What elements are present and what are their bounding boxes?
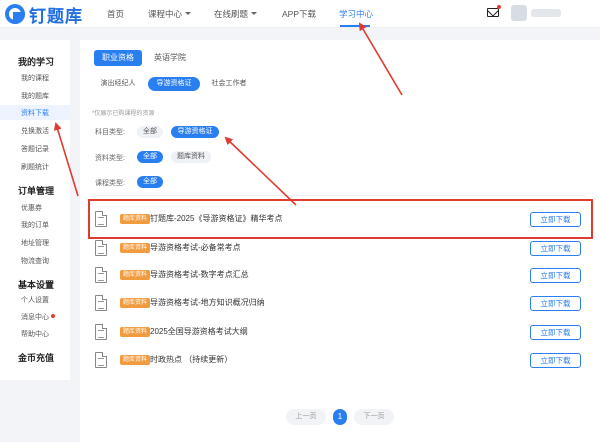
username-blurred: [531, 9, 561, 17]
sidebar-section-orders: 订单管理: [18, 186, 55, 196]
download-button[interactable]: 立即下载: [530, 353, 581, 368]
purchased-only-hint: *仅展示已购课程的资源: [92, 111, 155, 117]
nav-practice[interactable]: 在线刷题: [214, 8, 258, 20]
list-item: 题库资料 导游资格考试-地方知识概况归纳 立即下载: [92, 294, 586, 314]
document-icon: [95, 295, 107, 311]
sidebar-section-learning: 我的学习: [18, 57, 55, 67]
subject-filter-tour-guide[interactable]: 导游资格证: [171, 126, 219, 138]
sidebar-item-logistics[interactable]: 物流查询: [21, 256, 49, 266]
resource-title[interactable]: 2025全国导游资格考试大纲: [150, 326, 248, 337]
sidebar-item-my-banks[interactable]: 我的题库: [21, 91, 49, 101]
sidebar-item-my-courses[interactable]: 我的课程: [21, 73, 49, 83]
sidebar-item-redeem[interactable]: 兑换激活: [21, 126, 49, 136]
sidebar-item-answer-records[interactable]: 答题记录: [21, 144, 49, 154]
chevron-down-icon: [251, 12, 258, 15]
download-button[interactable]: 立即下载: [530, 296, 581, 311]
resource-badge: 题库资料: [120, 243, 151, 253]
sidebar-item-profile[interactable]: 个人设置: [21, 295, 49, 305]
resource-title[interactable]: 导游资格考试-地方知识概况归纳: [150, 297, 265, 308]
nav-home[interactable]: 首页: [107, 8, 124, 20]
chevron-down-icon: [185, 12, 192, 15]
resource-title[interactable]: 导游资格考试-数字考点汇总: [150, 269, 249, 280]
sidebar-item-my-orders[interactable]: 我的订单: [21, 220, 49, 230]
tab-english[interactable]: 英语学院: [148, 50, 192, 66]
filter-divider: [92, 195, 586, 196]
list-item: 题库资料 导游资格考试-必备常考点 立即下载: [92, 239, 586, 259]
subject-filter-all[interactable]: 全部: [137, 126, 163, 138]
sidebar-item-downloads[interactable]: 资料下载: [21, 108, 49, 118]
list-item: 题库资料 2025全国导游资格考试大纲 立即下载: [92, 323, 586, 343]
sidebar-item-recharge[interactable]: 金币充值: [18, 351, 54, 364]
site-logo[interactable]: 钉题库: [5, 4, 83, 26]
nav-practice-label: 在线刷题: [214, 9, 249, 19]
resource-badge: 题库资料: [120, 298, 151, 308]
nav-courses[interactable]: 课程中心: [148, 8, 192, 20]
nav-learning-center[interactable]: 学习中心: [339, 8, 373, 20]
material-filter-label: 资料类型:: [95, 155, 125, 162]
annotation-highlight-box: [88, 199, 593, 239]
sidebar-section-settings: 基本设置: [18, 280, 55, 290]
nav-active-indicator: [340, 25, 370, 27]
subtab-performance-agent[interactable]: 演出经纪人: [94, 77, 142, 91]
tab-professional[interactable]: 职业资格: [94, 50, 142, 66]
course-filter-all[interactable]: 全部: [137, 176, 163, 188]
list-item: 题库资料 导游资格考试-数字考点汇总 立即下载: [92, 266, 586, 286]
sidebar-item-coupons[interactable]: 优惠券: [21, 203, 42, 213]
resource-title[interactable]: 时政热点 （持续更新）: [150, 354, 232, 365]
material-filter-question-bank[interactable]: 题库资料: [171, 151, 211, 163]
top-header: 钉题库 首页 课程中心 在线刷题 APP下载 学习中心: [0, 0, 600, 28]
sidebar-item-help[interactable]: 帮助中心: [21, 329, 49, 339]
document-icon: [95, 240, 107, 256]
download-button[interactable]: 立即下载: [530, 268, 581, 283]
resource-title[interactable]: 导游资格考试-必备常考点: [150, 242, 241, 253]
course-filter-label: 课程类型:: [95, 180, 125, 187]
logo-text: 钉题库: [29, 6, 83, 26]
sidebar-item-stats[interactable]: 刷题统计: [21, 162, 49, 172]
next-page-button[interactable]: 下一页: [354, 409, 394, 425]
subtab-tour-guide[interactable]: 导游资格证: [148, 77, 200, 91]
sidebar-item-address[interactable]: 地址管理: [21, 238, 49, 248]
subject-filter-label: 科目类型:: [95, 129, 125, 136]
sidebar-item-messages[interactable]: 消息中心: [21, 312, 55, 322]
material-filter-all[interactable]: 全部: [137, 151, 163, 163]
prev-page-button[interactable]: 上一页: [286, 409, 326, 425]
resource-badge: 题库资料: [120, 327, 151, 337]
nav-courses-label: 课程中心: [148, 9, 183, 19]
sidebar-item-messages-label: 消息中心: [21, 314, 49, 321]
avatar[interactable]: [511, 5, 527, 21]
document-icon: [95, 324, 107, 340]
document-icon: [95, 352, 107, 368]
notification-dot: [497, 5, 501, 9]
document-icon: [95, 267, 107, 283]
resource-badge: 题库资料: [120, 270, 151, 280]
list-item: 题库资料 时政热点 （持续更新） 立即下载: [92, 351, 586, 371]
download-button[interactable]: 立即下载: [530, 325, 581, 340]
unread-dot: [51, 314, 55, 318]
nav-app-download[interactable]: APP下载: [282, 8, 316, 20]
subtab-social-worker[interactable]: 社会工作者: [206, 77, 252, 91]
current-page[interactable]: 1: [333, 409, 347, 425]
mail-icon[interactable]: [487, 8, 499, 17]
sidebar: 我的学习 我的课程 我的题库 资料下载 兑换激活 答题记录 刷题统计 订单管理 …: [0, 40, 70, 380]
resource-badge: 题库资料: [120, 355, 151, 365]
logo-icon: [5, 4, 25, 24]
download-button[interactable]: 立即下载: [530, 241, 581, 256]
